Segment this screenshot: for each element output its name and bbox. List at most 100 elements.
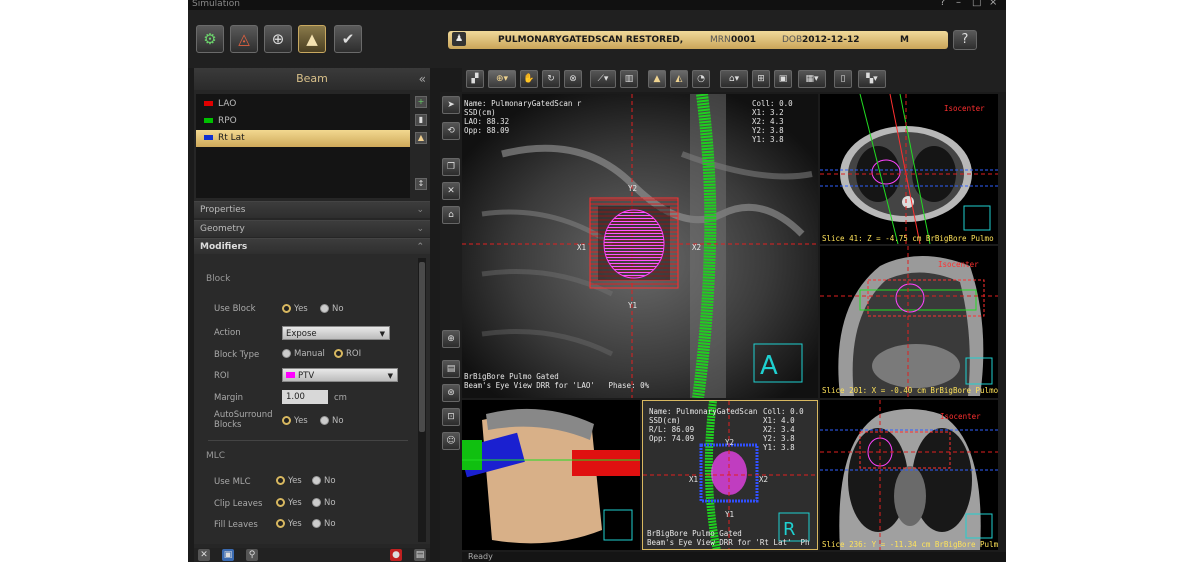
move-beam-icon[interactable]: ↕ xyxy=(415,178,427,190)
beam-color-swatch xyxy=(204,100,213,106)
rotate-icon[interactable]: ↻ xyxy=(542,70,560,88)
beam-item-lao[interactable]: LAO xyxy=(196,96,410,113)
coronal-view[interactable]: Isocenter Slice 236: Y = -11.34 cm BrBig… xyxy=(820,400,998,550)
matrix-icon[interactable]: ▦▾ xyxy=(798,70,826,88)
layout-icon[interactable]: ▥ xyxy=(620,70,638,88)
coronal-ct-image xyxy=(820,400,998,550)
use-block-no-radio[interactable]: No xyxy=(320,304,344,314)
beam-color-swatch xyxy=(204,117,213,123)
axial-view[interactable]: Isocenter Slice 41: Z = -4.75 cm BrBigBo… xyxy=(820,94,998,244)
ruler-icon[interactable]: ▣ xyxy=(774,70,792,88)
section-geometry[interactable]: Geometry ⌄ xyxy=(194,220,430,237)
radio-label: No xyxy=(332,304,344,314)
add-beam-icon[interactable]: + xyxy=(415,96,427,108)
multi-view-icon[interactable]: ▚▾ xyxy=(858,70,886,88)
jaw-y2-label: Y2 xyxy=(725,438,735,447)
fill-leaves-yes-radio[interactable]: Yes xyxy=(276,519,302,529)
action-select[interactable]: Expose ▼ xyxy=(282,326,390,340)
radio-unselected-icon xyxy=(312,519,321,528)
simulation-button[interactable]: ▲ xyxy=(298,25,326,53)
title-bar: Simulation ? – □ × xyxy=(188,0,1006,10)
minimize-icon[interactable]: – xyxy=(956,0,961,8)
beam-item-rt-lat[interactable]: Rt Lat xyxy=(196,130,410,147)
copy-view-icon[interactable]: ❐ xyxy=(442,158,460,176)
use-block-yes-radio[interactable]: Yes xyxy=(282,304,308,314)
delete-beam-icon[interactable]: ▮ xyxy=(415,114,427,126)
grid-icon[interactable]: ⊞ xyxy=(752,70,770,88)
beam-property-icon[interactable]: ▲ xyxy=(415,132,427,144)
bev-main-view[interactable]: A Name: PulmonaryGatedScan r SSD(cm) LAO… xyxy=(462,94,818,398)
beam-view-icon[interactable]: ▲ xyxy=(648,70,666,88)
action-value: Expose xyxy=(286,329,317,339)
beam-panel: Beam « LAO RPO Rt Lat + ▮ ▲ ↕ Properties… xyxy=(194,68,430,562)
sagittal-view[interactable]: Isocenter Slice 201: X = -0.40 cm BrBigB… xyxy=(820,246,998,398)
document-icon[interactable]: ▤ xyxy=(414,549,426,561)
section-properties[interactable]: Properties ⌄ xyxy=(194,201,430,218)
isocenter-button[interactable]: ⊕ xyxy=(264,25,292,53)
bev-main-info-right: Coll: 0.0 X1: 3.2 X2: 4.3 Y2: 3.8 Y1: 3.… xyxy=(752,99,793,144)
sex-value: M xyxy=(900,35,909,45)
block-type-roi-radio[interactable]: ROI xyxy=(334,349,361,359)
patient-pose-icon[interactable]: ☺ xyxy=(442,432,460,450)
patient-icon: ♟ xyxy=(452,32,466,46)
beam-geometry-button[interactable]: ◬ xyxy=(230,25,258,53)
autosurround-yes-radio[interactable]: Yes xyxy=(282,416,308,426)
tool-icon[interactable]: ✕ xyxy=(442,182,460,200)
patient-setup-button[interactable]: ⚙ xyxy=(196,25,224,53)
record-icon[interactable]: ● xyxy=(390,549,402,561)
radio-label: Yes xyxy=(288,476,302,486)
bev-small-view[interactable]: R Name: PulmonaryGatedScan SSD(cm) R/L: … xyxy=(642,400,818,550)
window-level-icon[interactable]: ⟋▾ xyxy=(590,70,616,88)
radio-label: No xyxy=(324,476,336,486)
help-window-icon[interactable]: ? xyxy=(940,0,945,8)
camera-icon[interactable]: ⌂▾ xyxy=(720,70,748,88)
save-icon[interactable]: ▣ xyxy=(222,549,234,561)
fill-leaves-no-radio[interactable]: No xyxy=(312,519,336,529)
use-mlc-no-radio[interactable]: No xyxy=(312,476,336,486)
room-3d-view[interactable] xyxy=(462,400,640,550)
use-mlc-yes-radio[interactable]: Yes xyxy=(276,476,302,486)
collapse-panel-icon[interactable]: « xyxy=(419,68,426,90)
add-view-icon[interactable]: ⊕ xyxy=(442,330,460,348)
crosshair-icon[interactable]: ⊗ xyxy=(564,70,582,88)
beam-name: LAO xyxy=(218,99,237,109)
help-label: ? xyxy=(961,32,969,47)
maximize-icon[interactable]: □ xyxy=(972,0,981,8)
radio-selected-icon xyxy=(276,498,285,507)
sync-view-icon[interactable]: ⟲ xyxy=(442,122,460,140)
chevron-down-icon: ⌄ xyxy=(416,224,424,234)
section-modifiers[interactable]: Modifiers ⌃ xyxy=(194,238,430,255)
shape-icon[interactable]: ⌂ xyxy=(442,206,460,224)
clip-leaves-no-radio[interactable]: No xyxy=(312,498,336,508)
target-icon[interactable]: ⊛ xyxy=(442,384,460,402)
help-button[interactable]: ? xyxy=(953,30,977,50)
clip-leaves-yes-radio[interactable]: Yes xyxy=(276,498,302,508)
focus-icon[interactable]: ⊡ xyxy=(442,408,460,426)
margin-input[interactable]: 1.00 xyxy=(282,390,328,404)
scrollbar-thumb[interactable] xyxy=(419,262,425,432)
patient-name: PULMONARYGATEDSCAN RESTORED, xyxy=(498,35,684,45)
chevron-up-icon: ⌃ xyxy=(416,242,424,252)
margin-label: Margin xyxy=(214,393,244,403)
autosurround-no-radio[interactable]: No xyxy=(320,416,344,426)
block-view-icon[interactable]: ◭ xyxy=(670,70,688,88)
arrow-tool-icon[interactable]: ➤ xyxy=(442,96,460,114)
select-tool-icon[interactable]: ▞ xyxy=(466,70,484,88)
viewport-side-tools: ➤ ⟲ ❐ ✕ ⌂ ⊕ ▤ ⊛ ⊡ ☺ xyxy=(440,92,462,562)
report-button[interactable]: ✔ xyxy=(334,25,362,53)
close-icon[interactable]: × xyxy=(989,0,997,8)
modifiers-scrollbar[interactable] xyxy=(418,258,426,542)
pan-hand-icon[interactable]: ✋ xyxy=(520,70,538,88)
close-beam-icon[interactable]: ✕ xyxy=(198,549,210,561)
fill-leaves-label: Fill Leaves xyxy=(214,520,258,530)
contour-icon[interactable]: ◔ xyxy=(692,70,710,88)
layers-icon[interactable]: ▤ xyxy=(442,360,460,378)
block-type-manual-radio[interactable]: Manual xyxy=(282,349,325,359)
roi-select[interactable]: PTV ▼ xyxy=(282,368,398,382)
beam-item-rpo[interactable]: RPO xyxy=(196,113,410,130)
bev-small-info-right: Coll: 0.0 X1: 4.0 X2: 3.4 Y2: 3.8 Y1: 3.… xyxy=(763,407,804,452)
zoom-tool-icon[interactable]: ⊕▾ xyxy=(488,70,516,88)
bev-small-caption: BrBigBore Pulmo Gated Beam's Eye View DR… xyxy=(647,529,810,547)
link-icon[interactable]: ⚲ xyxy=(246,549,258,561)
book-icon[interactable]: ▯ xyxy=(834,70,852,88)
